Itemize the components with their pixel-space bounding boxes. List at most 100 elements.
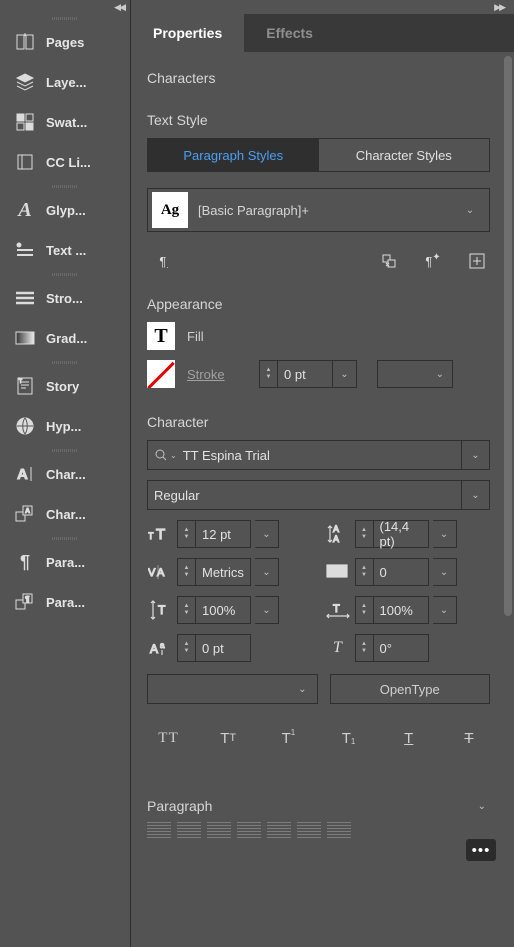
strikethrough-button[interactable]: T — [452, 726, 486, 750]
svg-text:a: a — [160, 641, 165, 650]
sidebar-item-label: Glyp... — [46, 203, 86, 218]
opentype-button[interactable]: OpenType — [330, 674, 491, 704]
characters-heading: Characters — [147, 70, 490, 86]
sidebar-item-pages[interactable]: Pages — [0, 22, 130, 62]
kerning-stepper[interactable]: ▲▼Metrics — [177, 558, 251, 586]
kerning-dropdown[interactable]: ⌄ — [255, 558, 279, 586]
svg-text:V: V — [148, 567, 156, 579]
collapse-left-icon: ◀◀ — [114, 2, 124, 13]
hscale-stepper[interactable]: ▲▼100% — [355, 596, 429, 624]
sidebar-item-gradient[interactable]: Grad... — [0, 318, 130, 358]
sidebar-item-glyphs[interactable]: AGlyp... — [0, 190, 130, 230]
import-style-icon[interactable] — [378, 250, 400, 272]
superscript-button[interactable]: T1 — [271, 726, 305, 750]
sidebar-item-layers[interactable]: Laye... — [0, 62, 130, 102]
sidebar-item-hyperlinks[interactable]: Hyp... — [0, 406, 130, 446]
language-combo[interactable]: ⌄ — [147, 674, 318, 704]
stroke-weight-value[interactable]: 0 pt — [278, 367, 332, 382]
scrollbar-thumb[interactable] — [504, 56, 512, 616]
pages-icon — [14, 31, 36, 53]
char-icon: A — [14, 463, 36, 485]
collapse-right-icon: ▶▶ — [494, 2, 504, 13]
sidebar-item-label: Char... — [46, 467, 86, 482]
baseline-shift-stepper[interactable]: ▲▼0 pt — [177, 634, 251, 662]
stroke-color-well[interactable]: ⌄ — [377, 360, 453, 388]
panel-collapse-bar[interactable]: ▶▶ — [131, 0, 514, 14]
sidebar-item-text[interactable]: Text ... — [0, 230, 130, 270]
stroke-weight-dropdown[interactable]: ⌄ — [333, 360, 357, 388]
sidebar-collapse-bar[interactable]: ◀◀ — [0, 0, 130, 14]
tracking-stepper[interactable]: ▲▼0 — [355, 558, 429, 586]
paragraph-styles-tab[interactable]: Paragraph Styles — [148, 139, 319, 171]
svg-text:T: T — [19, 379, 22, 385]
font-family-combo[interactable]: ⌄ TT Espina Trial ⌄ — [147, 440, 490, 470]
sidebar-item-label: Char... — [46, 507, 86, 522]
sidebar-item-label: Para... — [46, 555, 85, 570]
tab-properties[interactable]: Properties — [131, 14, 244, 52]
skew-icon: T — [325, 638, 351, 658]
sidebar-item-story[interactable]: TStory — [0, 366, 130, 406]
tracking-dropdown[interactable]: ⌄ — [433, 558, 457, 586]
scrollbar[interactable] — [504, 56, 512, 943]
text-icon — [14, 239, 36, 261]
svg-text:T: T — [158, 603, 166, 617]
current-style-selector[interactable]: Ag [Basic Paragraph]+ ⌄ — [147, 188, 490, 232]
sidebar-item-charstyles[interactable]: AChar... — [0, 494, 130, 534]
stroke-swatch[interactable] — [147, 360, 175, 388]
font-size-stepper[interactable]: ▲▼12 pt — [177, 520, 251, 548]
vscale-stepper[interactable]: ▲▼100% — [177, 596, 251, 624]
fill-label: Fill — [187, 329, 204, 344]
svg-text:A: A — [333, 524, 339, 534]
layers-icon — [14, 71, 36, 93]
fill-swatch[interactable]: T — [147, 322, 175, 350]
leading-icon: AA — [325, 524, 351, 544]
allcaps-button[interactable]: T T — [151, 726, 185, 750]
more-options-button[interactable]: ••• — [466, 839, 496, 861]
pilcrow-icon[interactable]: ¶. — [153, 250, 175, 272]
hscale-dropdown[interactable]: ⌄ — [433, 596, 457, 624]
stroke-icon — [14, 287, 36, 309]
parastyles-icon: ¶ — [14, 591, 36, 613]
character-styles-tab[interactable]: Character Styles — [319, 139, 490, 171]
sidebar-item-parastyles[interactable]: ¶Para... — [0, 582, 130, 622]
hyperlinks-icon — [14, 415, 36, 437]
sidebar-item-cclib[interactable]: CC Li... — [0, 142, 130, 182]
new-style-icon[interactable] — [466, 250, 488, 272]
font-family-dropdown[interactable]: ⌄ — [461, 441, 489, 469]
skew-stepper[interactable]: ▲▼0° — [355, 634, 429, 662]
para-icon: ¶ — [14, 551, 36, 573]
sidebar-item-stroke[interactable]: Stro... — [0, 278, 130, 318]
paragraph-collapse-icon[interactable]: ⌄ — [478, 801, 486, 812]
subscript-button[interactable]: T1 — [332, 726, 366, 750]
sidebar-item-label: CC Li... — [46, 155, 91, 170]
underline-button[interactable]: T — [392, 726, 426, 750]
sidebar-item-char[interactable]: A Char... — [0, 454, 130, 494]
clear-override-icon[interactable]: ¶✦ — [422, 250, 444, 272]
font-style-combo[interactable]: Regular ⌄ — [147, 480, 490, 510]
baseline-shift-icon: Aa — [147, 638, 173, 658]
svg-text:T: T — [148, 531, 154, 541]
vscale-dropdown[interactable]: ⌄ — [255, 596, 279, 624]
text-style-heading: Text Style — [147, 112, 490, 128]
swatches-icon — [14, 111, 36, 133]
sidebar-item-label: Pages — [46, 35, 84, 50]
style-preview-swatch: Ag — [152, 192, 188, 228]
kerning-icon: VA — [147, 562, 173, 582]
sidebar-item-swatches[interactable]: Swat... — [0, 102, 130, 142]
font-style-dropdown[interactable]: ⌄ — [461, 481, 489, 509]
leading-stepper[interactable]: ▲▼(14,4 pt) — [355, 520, 429, 548]
style-dropdown-caret[interactable]: ⌄ — [455, 205, 485, 216]
tab-effects[interactable]: Effects — [244, 14, 335, 52]
paragraph-heading: Paragraph — [147, 798, 212, 814]
stroke-weight-stepper[interactable]: ▲▼ 0 pt — [259, 360, 333, 388]
tracking-icon: VA — [325, 562, 351, 582]
smallcaps-button[interactable]: TT — [211, 726, 245, 750]
sidebar-item-label: Laye... — [46, 75, 86, 90]
sidebar-item-para[interactable]: ¶ Para... — [0, 542, 130, 582]
font-size-dropdown[interactable]: ⌄ — [255, 520, 279, 548]
stroke-label[interactable]: Stroke — [187, 367, 247, 382]
panel-tabs: Properties Effects — [131, 14, 514, 52]
leading-dropdown[interactable]: ⌄ — [433, 520, 457, 548]
story-icon: T — [14, 375, 36, 397]
font-style-value: Regular — [154, 488, 461, 503]
